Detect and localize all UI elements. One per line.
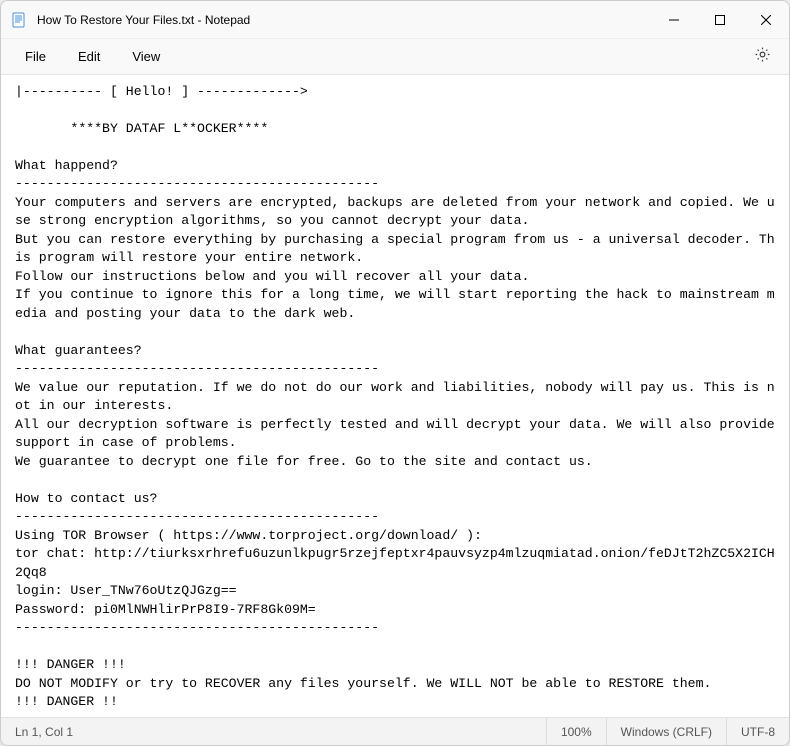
titlebar: How To Restore Your Files.txt - Notepad (1, 1, 789, 39)
minimize-button[interactable] (651, 1, 697, 38)
maximize-button[interactable] (697, 1, 743, 38)
status-encoding[interactable]: UTF-8 (726, 718, 789, 745)
status-cursor-position[interactable]: Ln 1, Col 1 (1, 718, 87, 745)
settings-button[interactable] (744, 40, 781, 74)
gear-icon (754, 46, 771, 68)
status-line-ending[interactable]: Windows (CRLF) (606, 718, 726, 745)
status-zoom[interactable]: 100% (546, 718, 606, 745)
close-button[interactable] (743, 1, 789, 38)
notepad-icon (11, 12, 27, 28)
window-controls (651, 1, 789, 38)
menubar: File Edit View (1, 39, 789, 75)
window-title: How To Restore Your Files.txt - Notepad (37, 13, 651, 27)
menu-edit[interactable]: Edit (62, 43, 116, 70)
menu-file[interactable]: File (9, 43, 62, 70)
text-editor[interactable]: |---------- [ Hello! ] -------------> **… (1, 75, 789, 717)
menu-view[interactable]: View (116, 43, 176, 70)
notepad-window: How To Restore Your Files.txt - Notepad … (0, 0, 790, 746)
statusbar: Ln 1, Col 1 100% Windows (CRLF) UTF-8 (1, 717, 789, 745)
